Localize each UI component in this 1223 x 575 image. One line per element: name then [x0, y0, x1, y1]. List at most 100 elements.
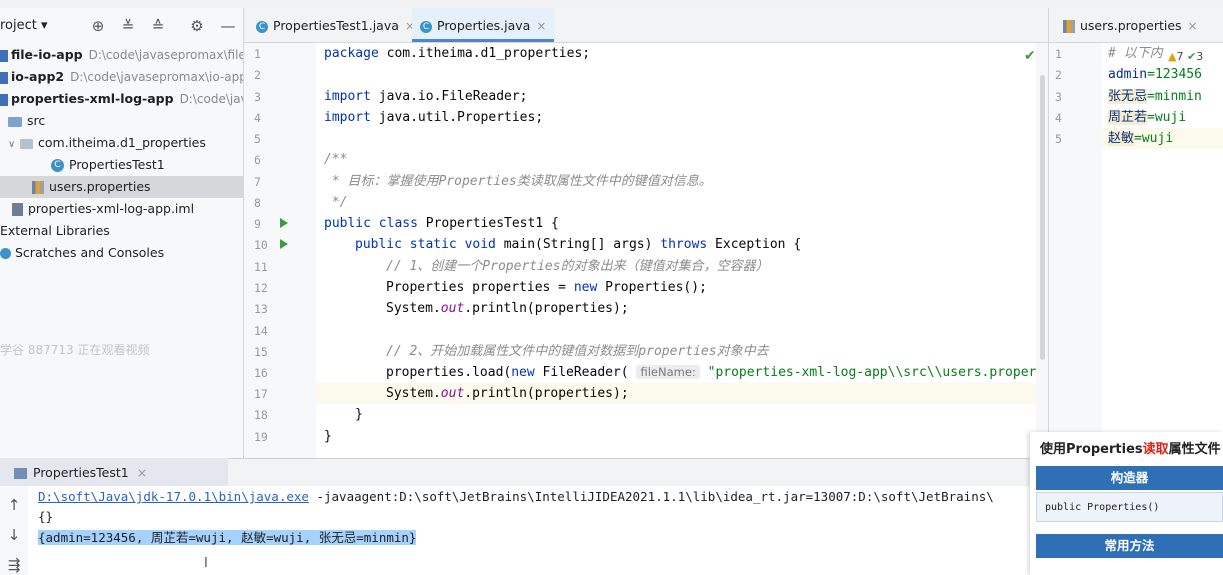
run-gutter-icon[interactable] — [280, 218, 288, 228]
prop-line-4: 周芷若=wuji — [1108, 110, 1187, 125]
chevron-down-icon[interactable]: ∨ — [8, 134, 20, 156]
properties-file-icon — [32, 181, 44, 194]
console-output-1: {} — [38, 509, 54, 524]
soft-wrap-icon[interactable]: ⇶ — [4, 556, 24, 574]
prop-line-5: 赵敏=wuji — [1108, 131, 1174, 146]
right-line-gutter: 1 2 3 4 5 — [1048, 43, 1103, 458]
locate-icon[interactable]: ⊕ — [88, 16, 108, 36]
tree-item-package[interactable]: ∨ com.itheima.d1_properties — [0, 132, 243, 156]
checkmark-icon[interactable]: ✔ — [1024, 48, 1036, 64]
editor-scrollbar-thumb[interactable] — [1040, 75, 1045, 360]
slide-section-constructor: 构造器 — [1036, 466, 1223, 490]
code-line-10: public static void main(String[] args) t… — [355, 237, 802, 252]
code-line-12: Properties properties = new Properties()… — [386, 280, 707, 295]
tab-propertiestest1[interactable]: C PropertiesTest1.java × — [248, 8, 423, 42]
chevron-down-icon[interactable]: ▾ — [41, 18, 48, 33]
run-config-icon — [14, 468, 27, 479]
console-command-line: D:\soft\Java\jdk-17.0.1\bin\java.exe -ja… — [38, 489, 994, 504]
arrow-down-icon[interactable]: ↓ — [4, 526, 24, 544]
code-line-11: // 1、创建一个Properties的对象出来（键值对集合，空容器） — [386, 259, 769, 274]
tree-item-scratches[interactable]: Scratches and Consoles — [0, 242, 243, 264]
code-editor[interactable]: package com.itheima.d1_properties; impor… — [316, 43, 1036, 458]
editor-tab-bar: C PropertiesTest1.java × C Properties.java × — [244, 8, 1048, 43]
run-tab[interactable]: PropertiesTest1 × — [0, 458, 228, 488]
code-line-3: import java.io.FileReader; — [324, 89, 528, 104]
line-number: 4 — [1055, 111, 1062, 125]
class-icon: C — [256, 20, 268, 33]
code-line-16: properties.load(new FileReader( fileName… — [386, 365, 1036, 380]
class-icon: C — [51, 159, 64, 172]
expand-all-icon[interactable]: ≚ — [118, 16, 138, 36]
close-icon[interactable]: × — [137, 465, 147, 480]
line-number: 5 — [1055, 132, 1062, 146]
line-gutter: 1 2 3 4 5 6 7 8 9 10 11 12 13 14 15 16 17 18 19 — [244, 43, 316, 458]
right-editor-tab-bar: users.properties × — [1048, 8, 1223, 43]
inspection-badge[interactable]: ▲7 ✔3 — [1168, 50, 1203, 63]
line-number: 5 — [254, 132, 261, 146]
run-console[interactable]: D:\soft\Java\jdk-17.0.1\bin\java.exe -ja… — [28, 486, 1030, 575]
line-number: 8 — [254, 196, 261, 210]
watermark: 学谷 887713 正在观看视频 — [0, 343, 150, 357]
tab-properties-java[interactable]: C Properties.java × — [412, 8, 555, 42]
scratches-icon — [0, 248, 11, 259]
tree-item-external-libraries[interactable]: External Libraries — [0, 220, 243, 242]
tree-item-properties-xml-log-app[interactable]: properties-xml-log-appD:\code\javase — [0, 88, 243, 110]
check-icon: ✔ — [1186, 50, 1197, 63]
line-number: 19 — [254, 430, 268, 444]
tree-item-iml[interactable]: properties-xml-log-app.iml — [0, 198, 243, 220]
prop-line-2: admin=123456 — [1108, 67, 1202, 82]
code-line-8: */ — [324, 195, 348, 210]
run-side-toolbar: ↑ ↓ ⇶ — [0, 486, 29, 575]
properties-editor[interactable]: # 以下内 admin=123456 张无忌=minmin 周芷若=wuji 赵… — [1102, 43, 1223, 458]
close-icon[interactable]: × — [536, 19, 546, 33]
line-number: 10 — [254, 238, 268, 252]
line-number: 2 — [1055, 68, 1062, 82]
line-number: 1 — [1055, 47, 1062, 61]
lecture-slide-panel: 使用Properties读取属性文件 构造器 public Properties… — [1030, 432, 1223, 575]
run-gutter-icon[interactable] — [280, 239, 288, 249]
line-number: 18 — [254, 408, 268, 422]
code-line-7: * 目标：掌握使用Properties类读取属性文件中的键值对信息。 — [324, 174, 712, 189]
project-panel-title[interactable]: roject ▾ — [0, 18, 48, 33]
class-icon: C — [420, 20, 432, 33]
arrow-up-icon[interactable]: ↑ — [4, 496, 24, 514]
tree-item-file-io-app[interactable]: file-io-app D:\code\javasepromax\file-io — [0, 44, 243, 66]
code-line-13: System.out.println(properties); — [386, 301, 629, 316]
line-number: 16 — [254, 366, 268, 380]
line-number: 15 — [254, 345, 268, 359]
code-line-19: } — [324, 429, 332, 444]
line-number: 14 — [254, 324, 268, 338]
tree-item-propertiestest1[interactable]: C PropertiesTest1 — [0, 154, 243, 176]
line-number: 1 — [254, 47, 261, 61]
line-number: 9 — [254, 217, 261, 231]
module-icon — [0, 71, 8, 84]
parameter-hint: fileName: — [636, 365, 700, 379]
line-number: 4 — [254, 111, 261, 125]
tree-item-src[interactable]: src — [0, 110, 243, 132]
gear-icon[interactable]: ⚙ — [187, 16, 207, 36]
tree-item-io-app2[interactable]: io-app2 D:\code\javasepromax\io-app2 — [0, 66, 243, 88]
folder-icon — [8, 116, 22, 127]
module-icon — [0, 49, 8, 62]
slide-title: 使用Properties读取属性文件 — [1040, 442, 1221, 457]
package-icon — [20, 138, 33, 149]
prop-line-1: # 以下内 — [1108, 46, 1163, 61]
hide-icon[interactable]: — — [218, 16, 238, 36]
prop-line-3: 张无忌=minmin — [1108, 89, 1202, 104]
code-line-18: } — [355, 407, 363, 422]
line-number: 13 — [254, 302, 268, 316]
tab-users-properties[interactable]: users.properties × — [1055, 8, 1206, 42]
properties-file-icon — [1063, 20, 1075, 33]
text-cursor-icon: I — [204, 556, 208, 571]
slide-section-methods: 常用方法 — [1036, 534, 1223, 558]
module-icon — [0, 93, 8, 106]
code-line-17: System.out.println(properties); — [386, 386, 629, 401]
code-line-4: import java.util.Properties; — [324, 110, 544, 125]
line-number: 2 — [254, 68, 261, 82]
project-panel: roject ▾ ⊕ ≚ ≙ ⚙ — file-io-app D:\code\ja… — [0, 8, 244, 458]
close-icon[interactable]: × — [1188, 19, 1198, 33]
java-path-link[interactable]: D:\soft\Java\jdk-17.0.1\bin\java.exe — [38, 489, 309, 504]
collapse-all-icon[interactable]: ≙ — [148, 16, 168, 36]
tree-item-users-properties[interactable]: users.properties — [0, 176, 243, 198]
line-number: 3 — [1055, 90, 1062, 104]
